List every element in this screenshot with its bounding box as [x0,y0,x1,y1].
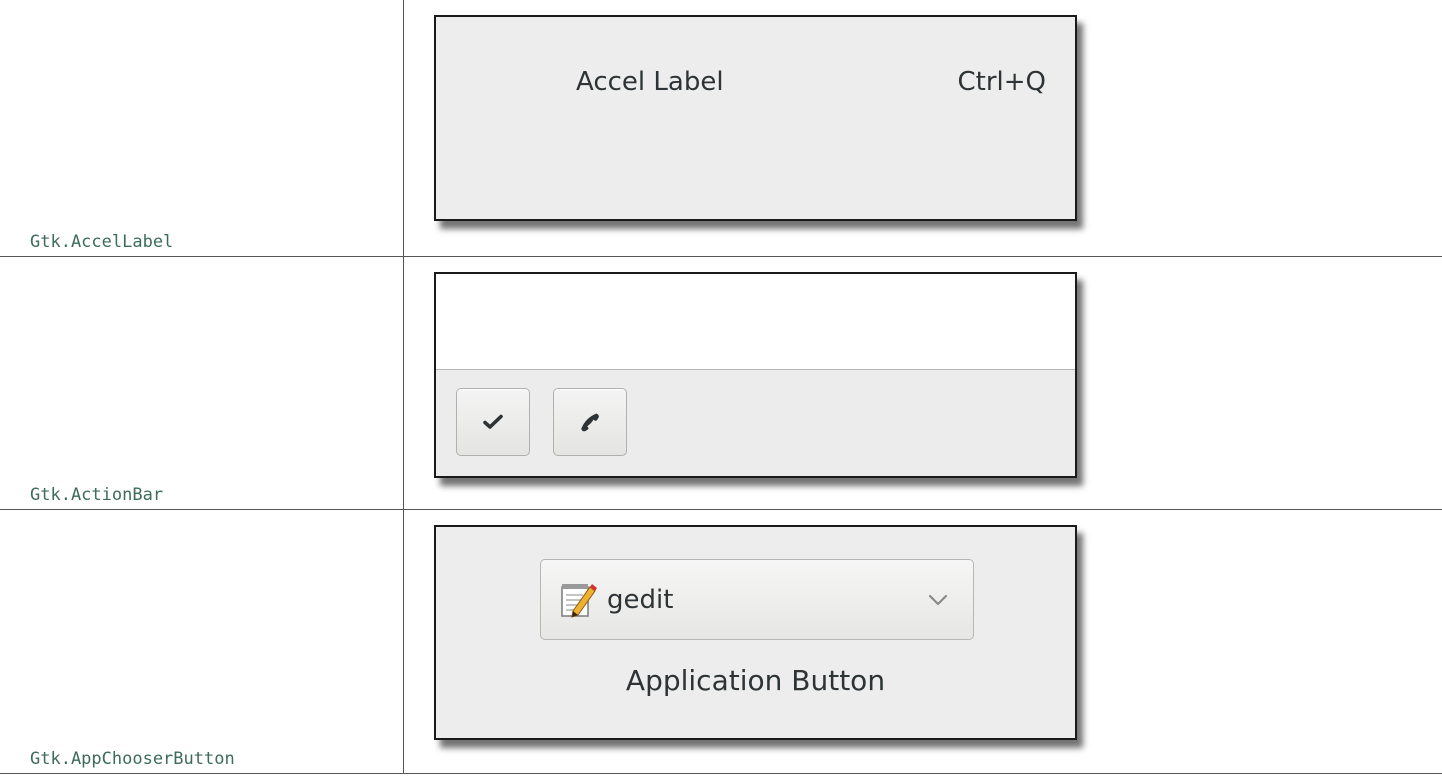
app-chooser-caption: Application Button [625,664,886,697]
accel-label-row[interactable]: Accel Label Ctrl+Q [576,67,1046,97]
widget-name: Gtk.AppChooserButton [30,749,235,769]
widget-gallery-table: Gtk.AccelLabel Accel Label Ctrl+Q Gtk.Ac… [0,0,1442,774]
widget-name-cell: Gtk.AppChooserButton [0,509,404,774]
widget-name: Gtk.ActionBar [30,485,164,505]
widget-screenshot-cell: Accel Label Ctrl+Q [403,0,1442,257]
checkmark-button[interactable] [456,388,530,456]
checkmark-icon [483,414,503,429]
accel-label-demo-window: Accel Label Ctrl+Q [434,15,1077,221]
widget-name: Gtk.AccelLabel [30,232,174,252]
app-chooser-demo-window: gedit Application Button [434,525,1077,740]
action-bar [436,369,1075,476]
action-bar-content-area [436,274,1075,370]
accel-shortcut-text: Ctrl+Q [957,67,1046,97]
action-bar-demo-window [434,272,1077,478]
phone-icon [581,413,599,432]
selected-app-name: gedit [607,584,674,615]
app-chooser-combo[interactable]: gedit [540,559,974,640]
widget-screenshot-cell: gedit Application Button [403,509,1442,774]
chevron-down-icon [928,594,948,605]
text-editor-icon [561,583,597,618]
gallery-row-app-chooser-button: Gtk.AppChooserButton gedit Application B… [0,509,1442,774]
phone-button[interactable] [553,388,627,456]
gallery-row-accel-label: Gtk.AccelLabel Accel Label Ctrl+Q [0,0,1442,257]
widget-screenshot-cell [403,256,1442,510]
widget-name-cell: Gtk.AccelLabel [0,0,404,257]
widget-name-cell: Gtk.ActionBar [0,256,404,510]
accel-label-text: Accel Label [576,67,724,97]
gallery-row-action-bar: Gtk.ActionBar [0,256,1442,510]
